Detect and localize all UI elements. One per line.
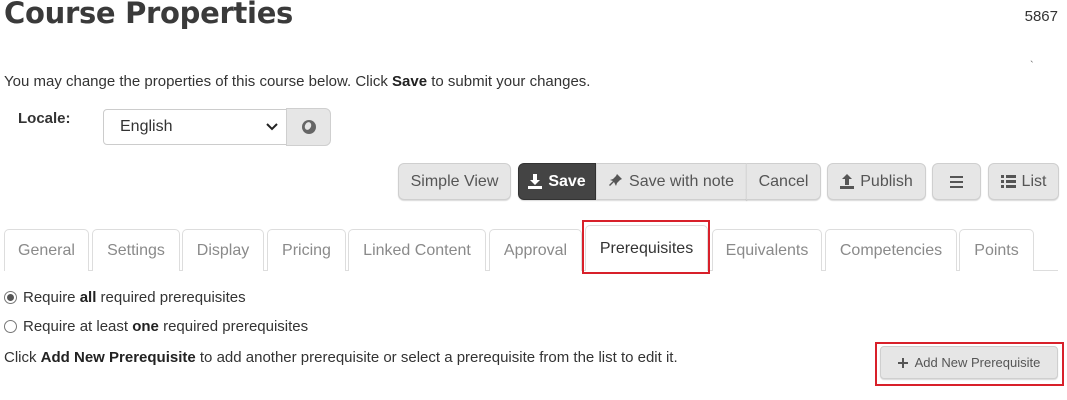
tab-label: Display [196, 241, 250, 259]
require-one-radio[interactable] [4, 320, 17, 333]
intro-text-after: to submit your changes. [427, 73, 591, 90]
intro-text: You may change the properties of this co… [4, 73, 590, 90]
tab-label: General [18, 241, 75, 259]
tab-settings[interactable]: Settings [92, 229, 180, 271]
locale-label: Locale: [18, 110, 71, 127]
help-text-bold: Add New Prerequisite [40, 349, 196, 366]
save-with-note-label: Save with note [629, 172, 734, 190]
pin-icon [609, 173, 623, 190]
simple-view-button[interactable]: Simple View [398, 163, 511, 200]
plus-icon [897, 357, 908, 368]
tab-general[interactable]: General [4, 229, 89, 271]
intro-text-before: You may change the properties of this co… [4, 73, 392, 90]
tab-approval[interactable]: Approval [489, 229, 582, 271]
require-all-label: Require all required prerequisites [23, 289, 246, 306]
list-button[interactable]: List [988, 163, 1059, 200]
require-one-option[interactable]: Require at least one required prerequisi… [4, 318, 308, 335]
cancel-button[interactable]: Cancel [746, 163, 821, 200]
help-text-after: to add another prerequisite or select a … [195, 349, 678, 366]
tick-mark: ` [1030, 60, 1034, 72]
simple-view-label: Simple View [410, 172, 499, 190]
tab-competencies[interactable]: Competencies [825, 229, 957, 271]
list-icon [1001, 175, 1016, 188]
course-id: 5867 [1024, 8, 1058, 25]
tab-linked-content[interactable]: Linked Content [348, 229, 486, 271]
tab-label: Pricing [282, 241, 331, 259]
highlight-box-tab [582, 220, 710, 274]
require-all-label-after: required prerequisites [96, 289, 246, 306]
tab-label: Equivalents [725, 241, 809, 259]
help-text-before: Click [4, 349, 41, 366]
publish-button[interactable]: Publish [827, 163, 926, 200]
tab-pricing[interactable]: Pricing [267, 229, 346, 271]
menu-button[interactable] [932, 163, 981, 200]
tab-label: Linked Content [363, 241, 471, 259]
list-label: List [1021, 172, 1047, 190]
download-icon [528, 174, 543, 189]
locale-select[interactable]: English [103, 109, 287, 145]
tab-label: Settings [107, 241, 165, 259]
add-new-prerequisite-button[interactable]: Add New Prerequisite [880, 346, 1058, 379]
tab-equivalents[interactable]: Equivalents [712, 229, 822, 271]
tab-points[interactable]: Points [959, 229, 1034, 271]
help-text: Click Add New Prerequisite to add anothe… [4, 349, 678, 366]
require-one-label: Require at least one required prerequisi… [23, 318, 308, 335]
locale-globe-button[interactable] [286, 108, 331, 146]
publish-label: Publish [860, 172, 913, 190]
locale-select-value: English [120, 118, 173, 135]
save-button[interactable]: Save [518, 163, 596, 200]
tab-label: Competencies [839, 241, 943, 259]
save-with-note-button[interactable]: Save with note [596, 163, 747, 200]
save-label: Save [548, 172, 586, 190]
require-one-label-bold: one [132, 318, 159, 335]
hamburger-icon [950, 175, 963, 188]
page-title: Course Properties [4, 0, 294, 30]
tab-label: Points [974, 241, 1019, 259]
upload-icon [840, 174, 855, 189]
cancel-label: Cancel [758, 172, 809, 190]
tab-display[interactable]: Display [182, 229, 264, 271]
add-new-prerequisite-label: Add New Prerequisite [914, 355, 1041, 370]
chevron-down-icon [266, 120, 278, 134]
require-all-label-before: Require [23, 289, 80, 306]
require-all-label-bold: all [79, 289, 97, 306]
globe-icon [301, 120, 316, 134]
require-one-label-after: required prerequisites [158, 318, 309, 335]
require-all-radio[interactable] [4, 291, 17, 304]
intro-text-bold: Save [392, 73, 428, 90]
require-all-option[interactable]: Require all required prerequisites [4, 289, 246, 306]
tab-label: Approval [503, 241, 568, 259]
require-one-label-before: Require at least [23, 318, 133, 335]
